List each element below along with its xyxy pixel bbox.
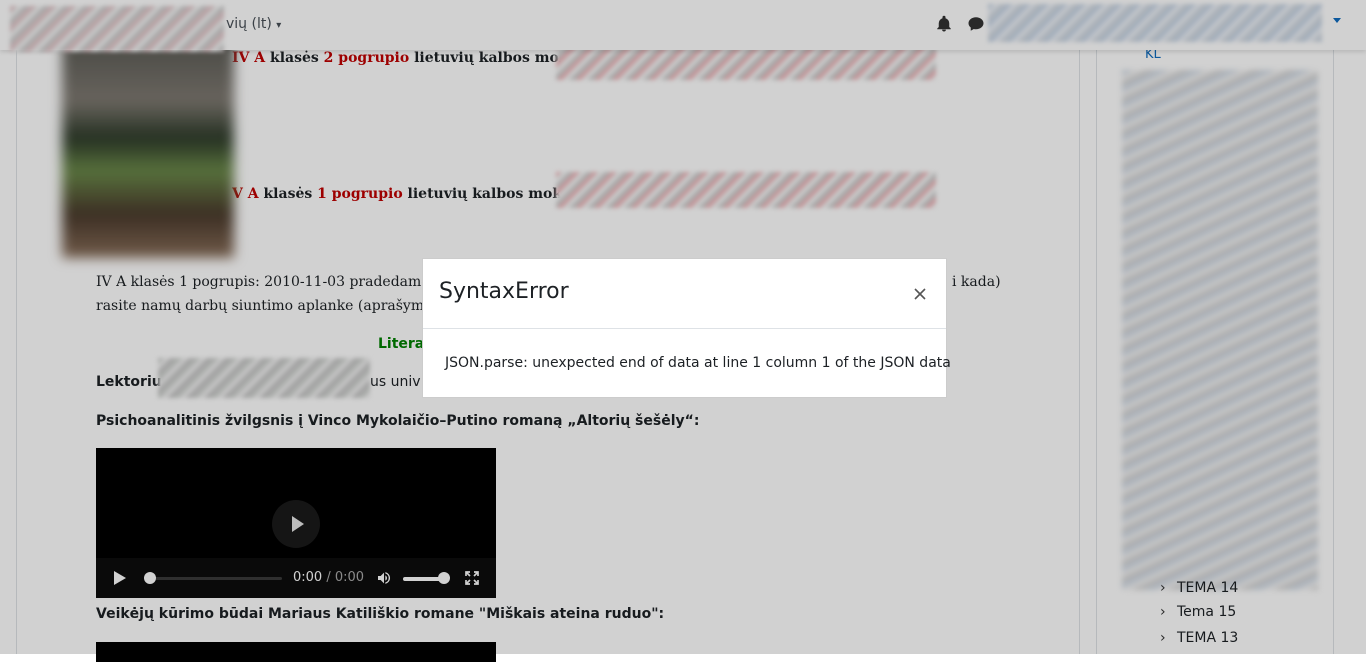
dialog-title: SyntaxError bbox=[439, 279, 569, 304]
dialog-header: SyntaxError bbox=[423, 259, 946, 329]
close-icon[interactable] bbox=[913, 287, 927, 301]
error-dialog: SyntaxError JSON.parse: unexpected end o… bbox=[422, 258, 951, 398]
dialog-message: JSON.parse: unexpected end of data at li… bbox=[445, 355, 951, 371]
